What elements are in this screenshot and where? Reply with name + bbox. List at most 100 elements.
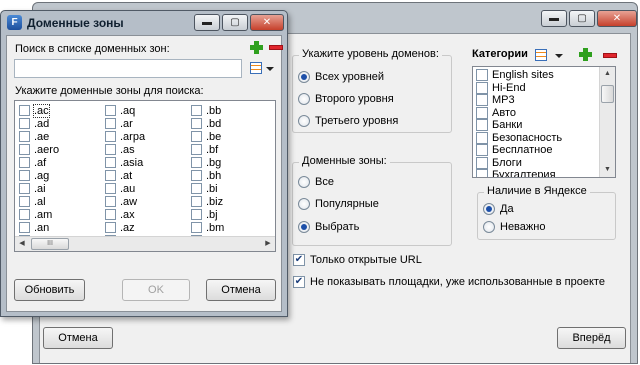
zone-item[interactable]: .ac [19,103,59,118]
list-icon[interactable] [535,49,547,61]
checkbox[interactable] [191,183,202,194]
radio-yandex-any[interactable]: Неважно [483,221,545,233]
checkbox[interactable] [476,94,488,107]
chevron-down-icon[interactable] [555,54,563,58]
ok-button[interactable]: OK [122,279,190,301]
checkbox[interactable] [19,222,30,233]
checkbox[interactable] [19,157,30,168]
list-icon[interactable] [250,62,262,74]
checkbox[interactable] [105,131,116,142]
checkbox[interactable] [105,183,116,194]
radio-zones-select[interactable]: Выбрать [298,221,359,233]
radio-button[interactable] [298,198,310,210]
checkbox[interactable] [191,144,202,155]
zone-item[interactable]: .bm [191,221,224,234]
zone-item[interactable]: .bf [191,143,224,156]
zone-item[interactable]: .al [19,195,59,208]
scroll-thumb[interactable] [601,85,614,103]
zone-item[interactable]: .aq [105,104,145,117]
open-url-only-checkbox[interactable]: ✔ Только открытые URL [293,254,422,266]
zone-item[interactable]: .bj [191,208,224,221]
zones-hscrollbar[interactable]: ◀ III ▶ [15,236,275,251]
checkbox[interactable] [476,119,488,132]
checkbox[interactable] [105,222,116,233]
zone-item[interactable]: .au [105,182,145,195]
category-item[interactable]: MP3 [473,94,615,107]
scroll-left-icon[interactable]: ◀ [15,237,29,251]
radio-button[interactable] [298,93,310,105]
checkbox[interactable]: ✔ [293,276,305,288]
radio-yandex-yes[interactable]: Да [483,203,514,215]
category-item[interactable]: Блоги [473,156,615,170]
radio-button[interactable] [298,176,310,188]
zone-item[interactable]: .aw [105,195,145,208]
zone-item[interactable]: .aero [19,143,59,156]
checkbox[interactable] [105,196,116,207]
zone-item[interactable]: .af [19,156,59,169]
next-button[interactable]: Вперёд [557,327,626,349]
add-category-icon[interactable] [579,48,592,61]
checkbox[interactable] [476,69,488,82]
checkbox[interactable] [105,170,116,181]
radio-zones-all[interactable]: Все [298,176,334,188]
categories-scrollbar[interactable]: ▲ ▼ [599,67,615,177]
checkbox[interactable] [476,169,488,177]
checkbox[interactable] [476,106,488,119]
checkbox[interactable] [105,157,116,168]
checkbox[interactable] [19,118,30,129]
checkbox[interactable] [19,196,30,207]
checkbox[interactable] [476,156,488,169]
category-item[interactable]: Безопасность [473,131,615,145]
zone-item[interactable]: .bb [191,104,224,117]
categories-list[interactable]: English sites Hi-End MP3 Авто Банки Безо… [472,66,616,178]
radio-zones-popular[interactable]: Популярные [298,198,379,210]
maximize-button[interactable]: ▢ [222,14,248,31]
zone-item[interactable]: .bi [191,182,224,195]
radio-button[interactable] [298,71,310,83]
checkbox[interactable] [19,183,30,194]
add-zone-icon[interactable] [250,41,263,54]
scroll-down-icon[interactable]: ▼ [600,163,615,177]
cancel-button[interactable]: Отмена [43,327,113,349]
zone-item[interactable]: .ar [105,117,145,130]
checkbox[interactable] [191,222,202,233]
checkbox[interactable] [476,81,488,94]
checkbox[interactable] [19,209,30,220]
search-input[interactable] [14,59,242,78]
checkbox[interactable] [105,105,116,116]
category-item[interactable]: Авто [473,106,615,120]
close-button[interactable]: ✕ [597,10,637,27]
minimize-button[interactable]: ▬ [194,14,220,31]
radio-level-third[interactable]: Третьего уровня [298,115,398,127]
close-button[interactable]: ✕ [250,14,284,31]
hide-used-sites-checkbox[interactable]: ✔ Не показывать площадки, уже использова… [293,276,605,288]
zone-item[interactable]: .ad [19,117,59,130]
radio-button[interactable] [483,203,495,215]
remove-zone-icon[interactable] [269,45,283,50]
checkbox[interactable] [191,170,202,181]
zone-item[interactable]: .bg [191,156,224,169]
checkbox[interactable] [191,157,202,168]
checkbox[interactable] [191,209,202,220]
zone-item[interactable]: .at [105,169,145,182]
checkbox[interactable] [191,118,202,129]
category-item[interactable]: English sites [473,69,615,82]
checkbox[interactable] [476,144,488,157]
zone-item[interactable]: .ag [19,169,59,182]
zone-item[interactable]: .ax [105,208,145,221]
checkbox[interactable] [19,144,30,155]
category-item[interactable]: Бухгалтерия [473,169,615,177]
radio-level-all[interactable]: Всех уровней [298,71,384,83]
cancel-button[interactable]: Отмена [206,279,276,301]
zone-item[interactable]: .arpa [105,130,145,143]
scroll-thumb[interactable]: III [31,238,69,250]
checkbox[interactable] [476,131,488,144]
zone-item[interactable]: .ae [19,130,59,143]
checkbox[interactable]: ✔ [293,254,305,266]
refresh-button[interactable]: Обновить [14,279,85,301]
zone-item[interactable]: .bh [191,169,224,182]
checkbox[interactable] [105,144,116,155]
category-item[interactable]: Hi-End [473,81,615,95]
zones-list[interactable]: .ac.ad.ae.aero.af.ag.ai.al.am.an.ao .aq.… [14,100,276,252]
checkbox[interactable] [105,209,116,220]
